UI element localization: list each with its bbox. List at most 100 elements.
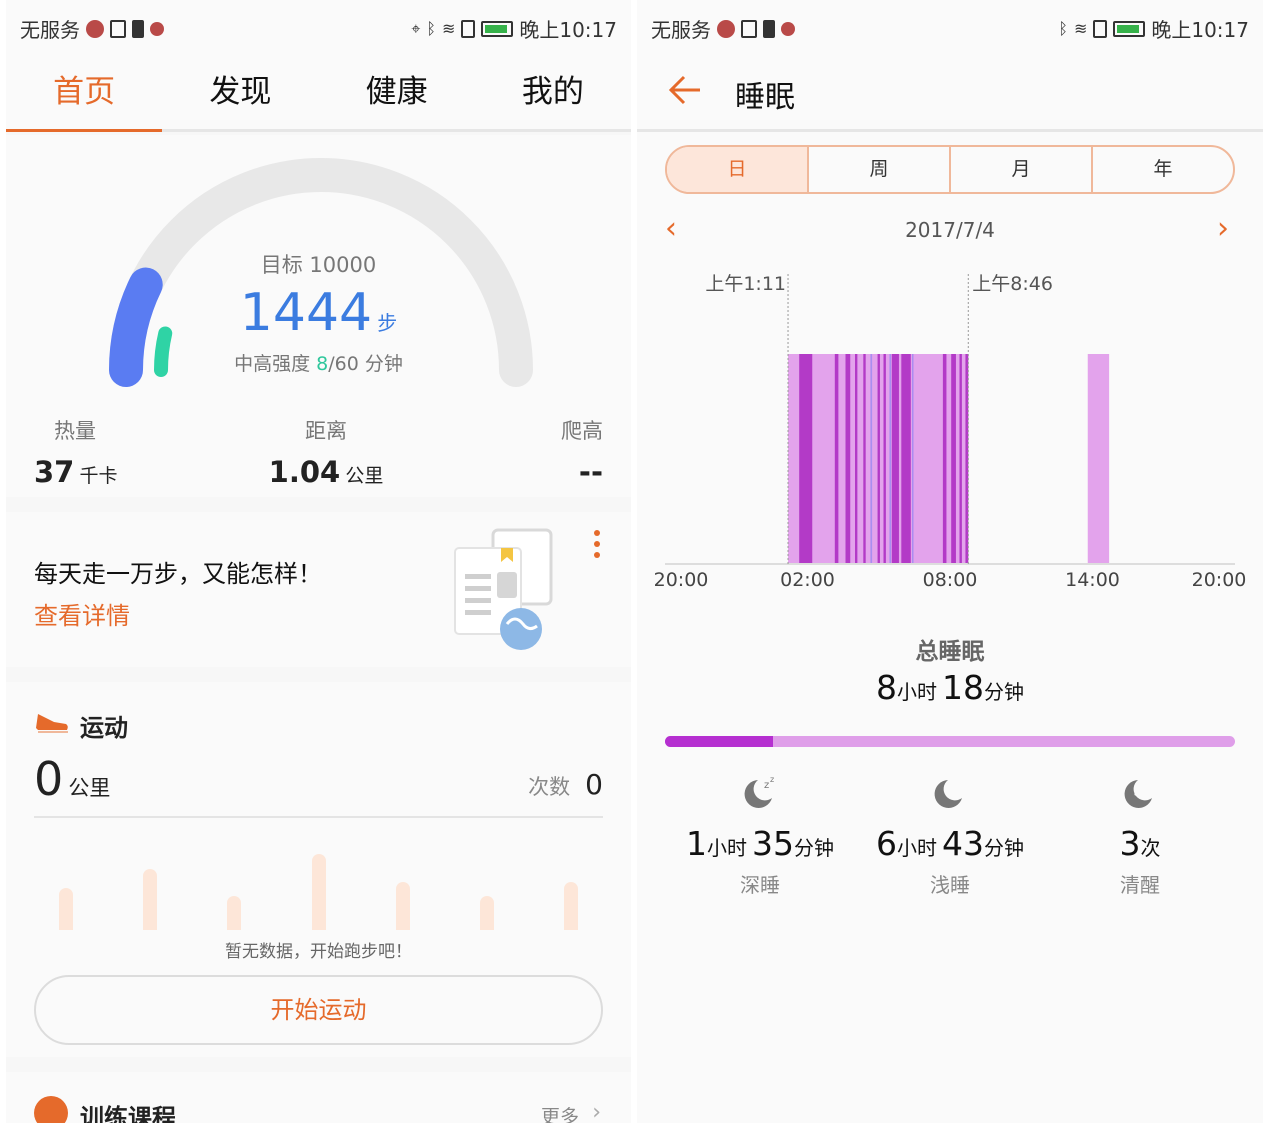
clock-text: 晚上10:17 <box>519 18 617 42</box>
awake-count-unit: 次 <box>1140 836 1161 860</box>
wake-marker-label: 上午8:46 <box>972 273 1053 295</box>
placeholder-bar <box>479 896 494 930</box>
exercise-count-label: 次数 <box>528 775 571 799</box>
step-unit: 步 <box>377 311 398 335</box>
intensity-label: 中高强度 <box>234 353 317 375</box>
status-bar: 无服务 ⌖ ᛒ ≋ 晚上10:17 <box>6 0 631 56</box>
sim-icon <box>1093 19 1108 38</box>
divider <box>34 816 603 818</box>
x-tick-label: 14:00 <box>1065 569 1120 591</box>
x-tick-label: 02:00 <box>780 569 835 591</box>
light-hours-unit: 小时 <box>896 836 937 860</box>
climb-metric: 爬高 -- <box>533 415 603 489</box>
sleep-chart: 上午1:11 上午8:46 20:00 02:00 08:00 14:00 20:00 <box>654 273 1247 591</box>
wifi-icon: ≋ <box>441 18 456 38</box>
moon-awake-icon <box>1124 780 1152 808</box>
sleep-start-marker-label: 上午1:11 <box>705 273 786 295</box>
carrier-text: 无服务 <box>651 18 711 42</box>
location-icon: ⌖ <box>411 18 421 38</box>
step-goal: 目标 10000 <box>260 253 377 277</box>
battery-icon <box>1113 20 1146 37</box>
date-label: 2017/7/4 <box>905 218 995 242</box>
chevron-right-icon: › <box>592 1100 601 1123</box>
total-hours: 8 <box>875 668 897 707</box>
total-minutes-unit: 分钟 <box>984 680 1025 704</box>
distance-metric: 距离 1.04 公里 <box>246 415 406 489</box>
segment-month[interactable]: 月 <box>949 147 1091 192</box>
next-date-chevron-icon[interactable]: › <box>1217 214 1229 244</box>
deep-sleep-ratio-fill <box>665 736 774 747</box>
sleep-segment-deep <box>942 354 947 564</box>
placeholder-bar <box>59 888 73 930</box>
tab-home[interactable]: 首页 <box>6 56 163 132</box>
placeholder-bar <box>227 896 242 930</box>
sleep-segment-deep <box>799 354 813 564</box>
x-tick-label: 08:00 <box>923 569 978 591</box>
awake-stat: 3次 清醒 <box>1045 772 1235 898</box>
total-sleep-label: 总睡眠 <box>915 639 985 665</box>
alert-notification-icon <box>763 19 775 38</box>
sleep-ratio-bar <box>665 736 1235 747</box>
sleep-segment-light <box>1087 354 1110 564</box>
article-illustration-icon <box>454 528 553 650</box>
training-title: 训练课程 <box>80 1104 176 1123</box>
training-more-link[interactable]: 更多 <box>541 1102 579 1123</box>
sleep-segment-deep <box>834 354 839 564</box>
period-selector: 日 周 月 年 <box>665 145 1235 194</box>
training-card[interactable]: 训练课程 更多 › <box>6 1072 631 1123</box>
sleep-segment-deep <box>901 354 911 564</box>
light-sleep-label: 浅睡 <box>930 873 970 897</box>
app-notification-icon-2 <box>150 21 164 36</box>
deep-hours: 1 <box>685 824 707 863</box>
steps-card[interactable]: 目标 10000 1444 步 中高强度 8/60 分钟 热量 37 千卡 距离… <box>6 135 631 497</box>
sim-icon <box>461 19 476 38</box>
sleep-segment-awake <box>889 354 892 564</box>
article-card[interactable]: 每天走一万步，又能怎样！ 查看详情 <box>6 512 631 667</box>
light-hours: 6 <box>875 824 897 863</box>
training-icon <box>34 1096 68 1123</box>
alert-notification-icon <box>132 19 144 38</box>
calories-unit: 千卡 <box>79 465 118 487</box>
exercise-placeholder-chart <box>34 850 603 930</box>
segment-day[interactable]: 日 <box>667 147 807 192</box>
sleep-segment-deep <box>845 354 851 564</box>
distance-unit: 公里 <box>345 465 384 487</box>
x-tick-label: 20:00 <box>1192 569 1247 591</box>
tab-health[interactable]: 健康 <box>319 56 475 129</box>
start-exercise-button[interactable]: 开始运动 <box>34 975 603 1045</box>
tab-me[interactable]: 我的 <box>475 56 631 129</box>
step-count: 1444 <box>239 283 373 343</box>
sleep-header: 睡眠 <box>637 56 1263 132</box>
svg-text:z: z <box>764 780 769 791</box>
exercise-distance-unit: 公里 <box>68 776 111 800</box>
main-tab-bar: 首页 发现 健康 我的 <box>6 56 631 132</box>
intensity-text: 中高强度 8/60 分钟 <box>6 349 631 376</box>
exercise-card[interactable]: 运动 0 公里 次数 0 暂无数据，开始跑步吧！ 开始运动 <box>6 682 631 1057</box>
exercise-count: 次数 0 <box>528 768 603 801</box>
calories-label: 热量 <box>54 419 96 443</box>
light-minutes: 43 <box>942 824 985 863</box>
mail-notification-icon <box>110 19 126 38</box>
back-arrow-icon[interactable] <box>667 72 703 108</box>
deep-sleep-stat: z z 1小时 35分钟 深睡 <box>665 772 855 898</box>
total-minutes: 18 <box>942 668 985 707</box>
exercise-empty-text: 暂无数据，开始跑步吧！ <box>225 942 412 962</box>
awake-label: 清醒 <box>1120 873 1160 897</box>
article-link[interactable]: 查看详情 <box>34 596 130 631</box>
sleep-segment-deep <box>959 354 962 564</box>
bluetooth-icon: ᛒ <box>1058 18 1068 38</box>
segment-year[interactable]: 年 <box>1091 147 1233 192</box>
deep-sleep-label: 深睡 <box>740 873 780 897</box>
deep-hours-unit: 小时 <box>706 836 747 860</box>
mail-notification-icon <box>741 19 757 38</box>
sleep-segment-deep <box>877 354 880 564</box>
climb-label: 爬高 <box>561 419 603 443</box>
sleep-segment-deep <box>891 354 899 564</box>
more-options-icon[interactable] <box>594 530 604 558</box>
step-count-row: 1444 步 <box>6 283 631 343</box>
tab-discover[interactable]: 发现 <box>162 56 318 129</box>
article-title: 每天走一万步，又能怎样！ <box>34 560 322 588</box>
placeholder-bar <box>143 869 158 930</box>
segment-week[interactable]: 周 <box>807 147 949 192</box>
carrier-text: 无服务 <box>20 18 80 42</box>
